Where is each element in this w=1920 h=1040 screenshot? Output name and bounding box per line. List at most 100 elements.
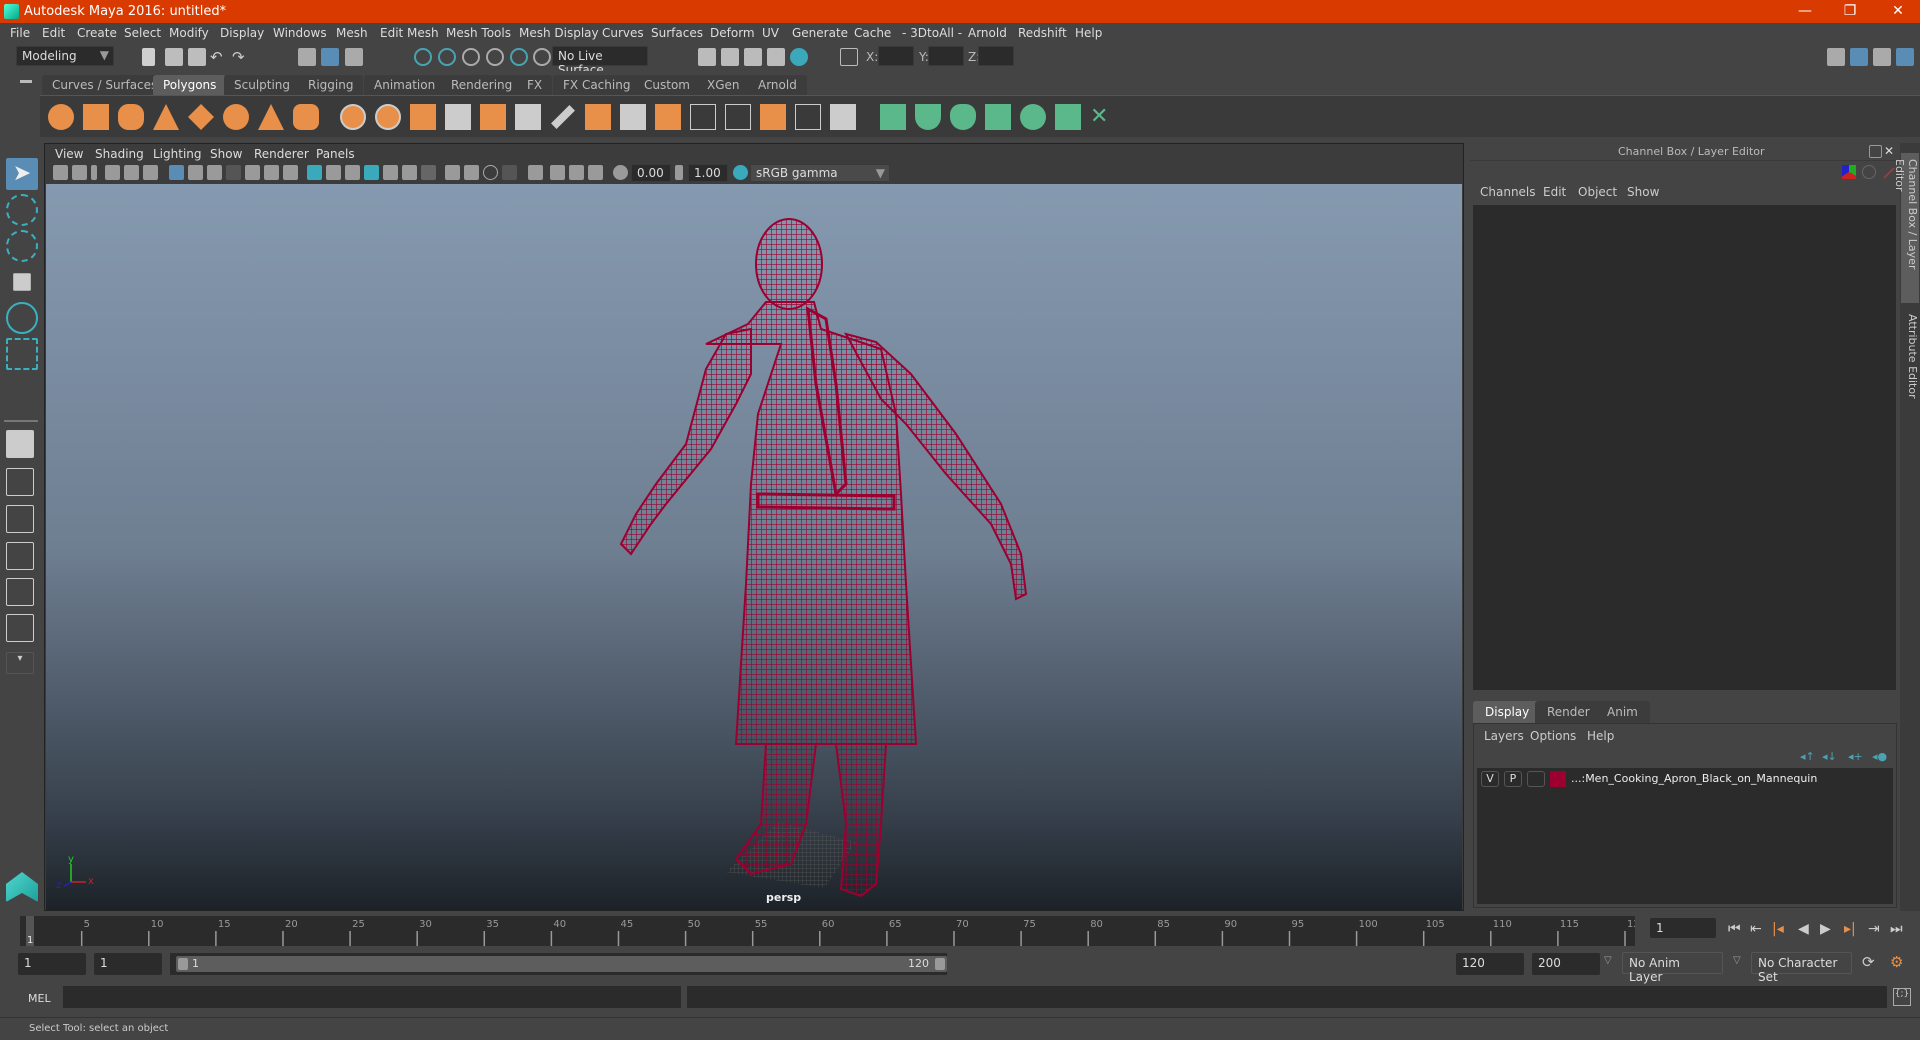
- layer-row[interactable]: V P ...:Men_Cooking_Apron_Black_on_Manne…: [1477, 768, 1893, 790]
- move-layer-down-icon[interactable]: ◂↓: [1822, 750, 1837, 763]
- move-layer-up-icon[interactable]: ◂↑: [1800, 750, 1815, 763]
- cb-menu-object[interactable]: Object: [1578, 185, 1617, 199]
- multi-cut-icon[interactable]: [551, 105, 575, 129]
- viewport-menu-lighting[interactable]: Lighting: [153, 147, 202, 161]
- restore-button[interactable]: ❐: [1830, 2, 1870, 21]
- viewport-menu-panels[interactable]: Panels: [316, 147, 355, 161]
- redo-icon[interactable]: ↷: [232, 48, 250, 66]
- paint-select-tool-icon[interactable]: [6, 230, 38, 262]
- new-layer-icon[interactable]: ◂+: [1848, 750, 1863, 763]
- close-panel-icon[interactable]: ✕: [1884, 144, 1894, 158]
- xray-joints-icon[interactable]: [550, 165, 565, 180]
- single-perspective-layout-icon[interactable]: [6, 430, 34, 458]
- field-chart-icon[interactable]: [245, 165, 260, 180]
- four-view-layout-icon[interactable]: [6, 468, 34, 496]
- bevel-icon[interactable]: [480, 104, 506, 130]
- poly-sphere-icon[interactable]: [48, 104, 74, 130]
- poly-cube-icon[interactable]: [83, 104, 109, 130]
- viewport-menu-view[interactable]: View: [55, 147, 83, 161]
- side-tab-channel-box[interactable]: Channel Box / Layer Editor: [1893, 153, 1919, 303]
- tab-animation[interactable]: Animation: [364, 75, 446, 95]
- snap-point-icon[interactable]: [462, 48, 480, 66]
- gamma-input[interactable]: 1.00: [688, 164, 728, 182]
- channel-box-toggle-icon[interactable]: [1896, 48, 1914, 66]
- depth-of-field-icon[interactable]: [483, 165, 498, 180]
- menu-create[interactable]: Create: [77, 26, 117, 40]
- motion-blur-icon[interactable]: [445, 165, 460, 180]
- layer-display-type-toggle[interactable]: [1527, 771, 1545, 787]
- layer-playback-toggle[interactable]: P: [1504, 771, 1522, 787]
- script-language-toggle[interactable]: MEL: [28, 992, 51, 1005]
- menu-mesh-tools[interactable]: Mesh Tools: [446, 26, 511, 40]
- tool-settings-icon[interactable]: [1873, 48, 1891, 66]
- target-weld-icon[interactable]: [725, 104, 751, 130]
- exposure-icon[interactable]: [613, 165, 628, 180]
- hypershade-icon[interactable]: [790, 48, 808, 66]
- smooth-shade-icon[interactable]: [326, 165, 341, 180]
- safe-action-icon[interactable]: [264, 165, 279, 180]
- uv-layout-icon[interactable]: [795, 104, 821, 130]
- menu-deform[interactable]: Deform: [710, 26, 755, 40]
- le-menu-help[interactable]: Help: [1587, 729, 1614, 743]
- merge-icon[interactable]: [690, 104, 716, 130]
- menu-display[interactable]: Display: [220, 26, 264, 40]
- menu-generate[interactable]: Generate: [792, 26, 848, 40]
- image-plane-icon[interactable]: [105, 165, 120, 180]
- rotate-tool-icon[interactable]: [6, 302, 38, 334]
- make-live-icon[interactable]: [533, 48, 551, 66]
- cb-menu-show[interactable]: Show: [1627, 185, 1659, 199]
- film-gate-icon[interactable]: [188, 165, 203, 180]
- shadows-icon[interactable]: [402, 165, 417, 180]
- modeling-toolkit-icon[interactable]: [1827, 48, 1845, 66]
- render-settings-icon[interactable]: [767, 48, 785, 66]
- tab-render[interactable]: Render: [1535, 701, 1602, 723]
- poly-cylinder-icon[interactable]: [118, 104, 144, 130]
- menu-curves[interactable]: Curves: [602, 26, 644, 40]
- grid-toggle-icon[interactable]: [169, 165, 184, 180]
- layer-name[interactable]: ...:Men_Cooking_Apron_Black_on_Mannequin: [1571, 772, 1817, 785]
- select-tool-icon[interactable]: ➤: [6, 158, 38, 190]
- tab-display[interactable]: Display: [1473, 701, 1542, 723]
- persp-graph-layout-icon[interactable]: [6, 542, 34, 570]
- playback-end-field[interactable]: 120: [1456, 953, 1524, 975]
- open-scene-icon[interactable]: [165, 48, 183, 66]
- cb-menu-channels[interactable]: Channels: [1480, 185, 1536, 199]
- color-space-dropdown[interactable]: sRGB gamma ▼: [750, 164, 890, 182]
- go-to-end-icon[interactable]: ⏭: [1890, 921, 1903, 937]
- select-component-icon[interactable]: [345, 48, 363, 66]
- minimize-button[interactable]: —: [1785, 2, 1825, 21]
- planar-uv-icon[interactable]: [880, 104, 906, 130]
- uv-cut-icon[interactable]: [830, 104, 856, 130]
- grease-pencil-icon[interactable]: [143, 165, 158, 180]
- cb-menu-edit[interactable]: Edit: [1543, 185, 1566, 199]
- wireframe-on-shaded-icon[interactable]: [345, 165, 360, 180]
- script-editor-icon[interactable]: {;}: [1893, 988, 1911, 1006]
- 2d-pan-zoom-icon[interactable]: [124, 165, 139, 180]
- menu-arnold[interactable]: Arnold: [968, 26, 1007, 40]
- gamma-icon[interactable]: [675, 165, 683, 180]
- separate-icon[interactable]: [375, 104, 401, 130]
- camera-attributes-icon[interactable]: [72, 165, 87, 180]
- go-to-start-icon[interactable]: ⏮: [1728, 921, 1741, 937]
- start-time-field[interactable]: 1: [18, 953, 86, 975]
- wireframe-mode-icon[interactable]: [307, 165, 322, 180]
- smooth-icon[interactable]: [445, 104, 471, 130]
- step-back-frame-icon[interactable]: |◂: [1772, 921, 1784, 937]
- shelf-menu-icon[interactable]: [20, 80, 32, 83]
- render-frame-icon[interactable]: [721, 48, 739, 66]
- range-end-handle[interactable]: [935, 958, 945, 970]
- screen-space-ao-icon[interactable]: [421, 165, 436, 180]
- menu-edit-mesh[interactable]: Edit Mesh: [380, 26, 439, 40]
- tab-fx-caching[interactable]: FX Caching: [553, 75, 641, 95]
- poly-plane-icon[interactable]: [188, 104, 214, 130]
- backface-culling-icon[interactable]: [588, 165, 603, 180]
- menu-cache[interactable]: Cache: [854, 26, 891, 40]
- extrude-icon[interactable]: [620, 104, 646, 130]
- new-layer-selected-icon[interactable]: ◂●: [1872, 750, 1887, 763]
- speed-icon[interactable]: [1862, 165, 1876, 179]
- outliner-persp-layout-icon[interactable]: [6, 505, 34, 533]
- menu-modify[interactable]: Modify: [169, 26, 209, 40]
- textured-icon[interactable]: [364, 165, 379, 180]
- viewport-menu-shading[interactable]: Shading: [95, 147, 144, 161]
- new-scene-icon[interactable]: [142, 48, 155, 66]
